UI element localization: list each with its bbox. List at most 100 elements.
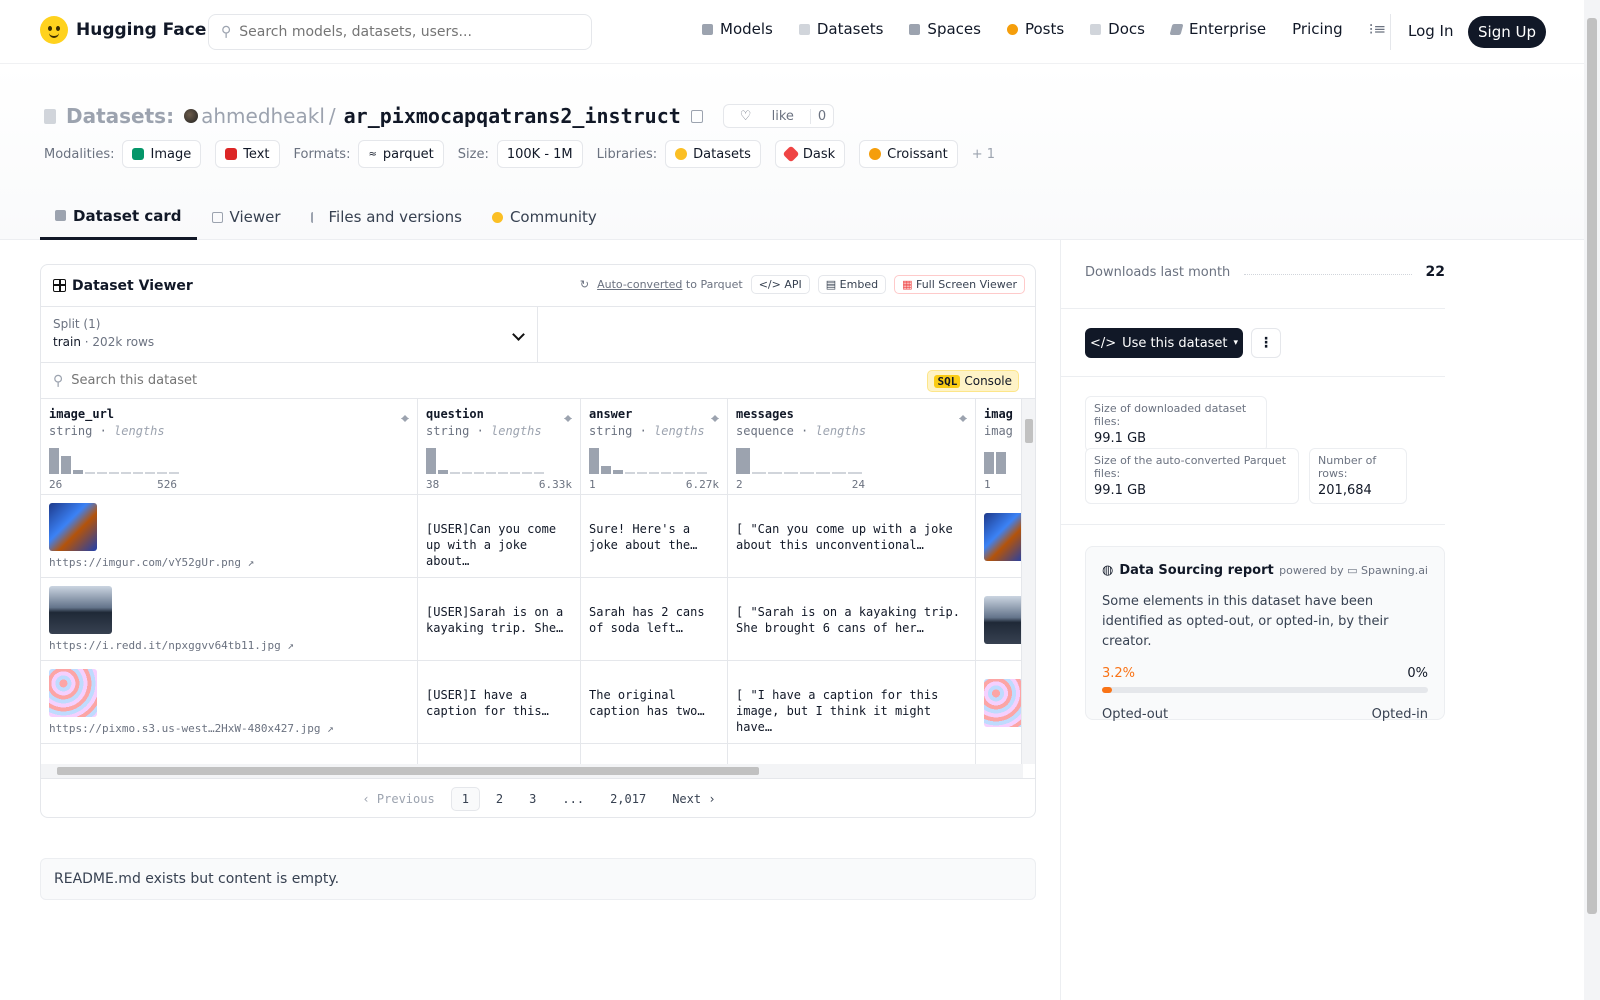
column-header[interactable]: answer string · lengths 1 6.27k (581, 399, 727, 495)
page-2[interactable]: 2 (486, 788, 513, 810)
database-icon (798, 23, 810, 35)
spawning-link[interactable]: Spawning.ai (1361, 564, 1428, 577)
image-thumbnail[interactable] (49, 669, 97, 717)
page-3[interactable]: 3 (519, 788, 546, 810)
signup-button[interactable]: Sign Up (1468, 16, 1546, 48)
horizontal-scrollbar[interactable] (41, 764, 1023, 778)
croissant-icon (869, 148, 882, 160)
column-header[interactable]: question string · lengths 38 6.33k (418, 399, 580, 495)
sort-icon[interactable] (711, 411, 719, 423)
avatar (184, 109, 199, 123)
table-icon (53, 279, 66, 292)
column-header[interactable]: image_url string · lengths 26 526 (41, 399, 417, 495)
length-histogram (736, 446, 862, 474)
sort-icon[interactable] (564, 411, 572, 423)
report-description: Some elements in this dataset have been … (1102, 594, 1389, 649)
like-button[interactable]: ♡ like 0 (722, 104, 835, 128)
enterprise-icon (1169, 23, 1184, 35)
breadcrumb-section[interactable]: Datasets: (66, 104, 174, 128)
table-cell[interactable]: Sure! Here's a joke about the… (581, 495, 727, 578)
page-last[interactable]: 2,017 (600, 788, 656, 810)
repo-header: Datasets: ahmedheakl / ar_pixmocapqatran… (0, 64, 1584, 240)
library-datasets[interactable]: Datasets (665, 140, 761, 168)
modality-text[interactable]: Text (215, 140, 280, 168)
global-search-input[interactable] (239, 24, 570, 40)
table-cell[interactable]: https://i.redd.it/npxggvv64tb11.jpg ↗ (41, 578, 417, 661)
image-thumbnail[interactable] (984, 513, 1024, 561)
repo-name[interactable]: ar_pixmocapqatrans2_instruct (344, 104, 681, 128)
dataset-search[interactable]: ⚲ SQLConsole (41, 363, 1035, 399)
image-thumbnail[interactable] (984, 596, 1024, 644)
sort-icon[interactable] (401, 411, 409, 423)
copy-icon[interactable] (690, 109, 703, 123)
column-question: question string · lengths 38 6.33k [USER]… (418, 399, 581, 764)
image-thumbnail[interactable] (49, 586, 112, 634)
spawning-logo-icon: ▭ (1347, 564, 1358, 577)
dataset-viewer: Dataset Viewer ↻ Auto-converted to Parqu… (40, 264, 1036, 818)
login-link[interactable]: Log In (1408, 22, 1454, 40)
full-screen-viewer-button[interactable]: ▦ Full Screen Viewer (894, 275, 1025, 294)
size-chip[interactable]: 100K - 1M (496, 140, 583, 168)
readme-notice: README.md exists but content is empty. (40, 858, 1036, 900)
nav-more-menu[interactable]: ⁝≡ (1369, 20, 1386, 38)
search-icon: ⚲ (221, 24, 232, 40)
modality-image[interactable]: Image (122, 140, 202, 168)
text-icon (225, 148, 238, 160)
next-page-button[interactable]: Next › (662, 788, 725, 810)
table-cell[interactable]: [USER]Can you come up with a joke about… (418, 495, 580, 578)
library-croissant[interactable]: Croissant (859, 140, 958, 168)
length-histogram (589, 446, 707, 474)
previous-page-button[interactable]: ‹ Previous (352, 788, 444, 810)
tab-community[interactable]: Community (477, 194, 612, 240)
split-selector[interactable]: Split (1) train · 202k rows (41, 307, 538, 362)
kebab-menu-icon: ⋮ (1259, 335, 1273, 351)
table-cell[interactable]: https://imgur.com/vY52gUr.png ↗ (41, 495, 417, 578)
dataset-search-input[interactable] (71, 373, 472, 388)
owner-link[interactable]: ahmedheakl (201, 104, 325, 128)
embed-button[interactable]: ▤ Embed (817, 275, 887, 294)
tab-viewer[interactable]: Viewer (197, 194, 296, 240)
page-ellipsis: ... (562, 791, 585, 806)
use-this-dataset-button[interactable]: </> Use this dataset ▾ (1085, 328, 1243, 358)
tab-files[interactable]: Files and versions (296, 194, 477, 240)
image-thumbnail[interactable] (984, 679, 1024, 727)
auto-converted-link[interactable]: Auto-converted (597, 278, 682, 291)
table-cell[interactable]: [ "Can you come up with a joke about thi… (728, 495, 975, 578)
image-thumbnail[interactable] (49, 503, 97, 551)
opt-in-percent: 0% (1407, 666, 1428, 681)
page-scrollbar[interactable] (1584, 0, 1600, 1000)
tab-dataset-card[interactable]: Dataset card (40, 194, 197, 240)
library-dask[interactable]: Dask (774, 140, 846, 168)
libraries-more[interactable]: + 1 (972, 147, 995, 162)
hf-logo[interactable]: Hugging Face (40, 16, 206, 44)
nav-models[interactable]: Models (702, 20, 773, 38)
table-cell[interactable]: The original caption has two… (581, 661, 727, 744)
format-parquet[interactable]: ≈ parquet (358, 140, 444, 168)
table-cell[interactable]: https://pixmo.s3.us-west…2HxW-480x427.jp… (41, 661, 417, 744)
nav-spaces[interactable]: Spaces (909, 20, 981, 38)
table-cell[interactable]: [ "I have a caption for this image, but … (728, 661, 975, 744)
nav-pricing[interactable]: Pricing (1292, 20, 1343, 38)
table-cell[interactable]: Sarah has 2 cans of soda left… (581, 578, 727, 661)
nav-datasets[interactable]: Datasets (798, 20, 883, 38)
viewer-title: Dataset Viewer (72, 277, 193, 294)
nav-docs[interactable]: Docs (1090, 20, 1145, 38)
nav-posts[interactable]: Posts (1006, 20, 1064, 38)
hugging-face-icon (40, 16, 68, 44)
api-button[interactable]: </> API (750, 275, 810, 294)
docs-icon (1090, 23, 1102, 35)
opt-out-label: Opted-out (1102, 707, 1169, 722)
page-1[interactable]: 1 (450, 786, 480, 811)
more-options-button[interactable]: ⋮ (1251, 328, 1281, 358)
nav-enterprise[interactable]: Enterprise (1169, 20, 1266, 38)
column-header[interactable]: messages sequence · lengths 2 24 (728, 399, 975, 495)
code-icon: </> (1089, 335, 1117, 351)
sort-icon[interactable] (959, 411, 967, 423)
opt-in-label: Opted-in (1371, 707, 1428, 722)
table-cell[interactable]: [USER]I have a caption for this… (418, 661, 580, 744)
table-cell[interactable]: [ "Sarah is on a kayaking trip. She brou… (728, 578, 975, 661)
sql-console-button[interactable]: SQL Console (927, 370, 1019, 392)
table-cell[interactable]: [USER]Sarah is on a kayaking trip. She… (418, 578, 580, 661)
vertical-scrollbar[interactable] (1021, 399, 1035, 764)
global-search[interactable]: ⚲ (208, 14, 592, 50)
